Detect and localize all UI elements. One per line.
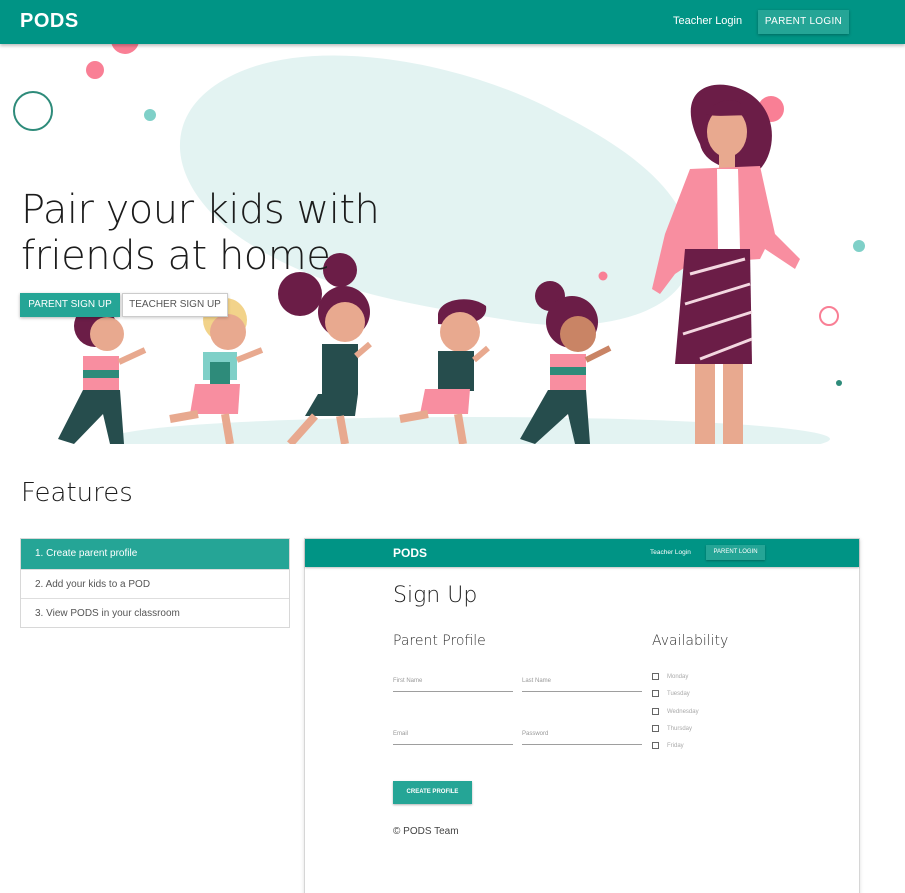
preview-password-field: Password xyxy=(522,731,642,745)
preview-parent-profile-heading: Parent Profile xyxy=(393,633,486,649)
checkbox-icon xyxy=(652,708,659,715)
preview-last-name-field: Last Name xyxy=(522,678,642,692)
preview-first-name-field: First Name xyxy=(393,678,513,692)
feature-item-view-pods[interactable]: 3. View PODS in your classroom xyxy=(21,598,289,627)
feature-item-create-profile[interactable]: 1. Create parent profile xyxy=(21,539,289,569)
teacher-login-link[interactable]: Teacher Login xyxy=(673,15,742,27)
preview-availability-heading: Availability xyxy=(652,633,729,649)
day-label: Wednesday xyxy=(667,709,699,716)
preview-day-checkbox: Thursday xyxy=(652,725,692,735)
preview-signup-title: Sign Up xyxy=(393,583,478,608)
day-label: Thursday xyxy=(667,726,693,733)
parent-login-button[interactable]: PARENT LOGIN xyxy=(758,10,849,34)
preview-day-checkbox: Friday xyxy=(652,742,684,752)
feature-list: 1. Create parent profile 2. Add your kid… xyxy=(20,538,290,628)
teacher-figure xyxy=(652,84,800,444)
headline-line-2: friends at home xyxy=(21,233,331,279)
top-nav-bar: PODS Teacher Login PARENT LOGIN xyxy=(0,0,905,44)
teacher-signup-button[interactable]: TEACHER SIGN UP xyxy=(122,293,228,317)
decor-dot-icon xyxy=(111,44,139,54)
day-label: Monday xyxy=(667,674,689,681)
checkbox-icon xyxy=(652,742,659,749)
preview-teacher-login: Teacher Login xyxy=(650,549,691,556)
preview-create-profile-button: CREATE PROFILE xyxy=(393,781,472,804)
preview-day-checkbox: Tuesday xyxy=(652,690,690,700)
kid-figure-1 xyxy=(58,305,147,444)
preview-day-checkbox: Wednesday xyxy=(652,708,699,718)
hero-headline: Pair your kids with friends at home xyxy=(21,187,380,279)
preview-footer-text: © PODS Team xyxy=(393,826,459,837)
checkbox-icon xyxy=(652,725,659,732)
day-label: Tuesday xyxy=(667,691,690,698)
hero-section: Pair your kids with friends at home PARE… xyxy=(0,44,905,444)
preview-nav-bar: PODS Teacher Login PARENT LOGIN xyxy=(305,539,859,567)
features-heading: Features xyxy=(21,478,133,508)
preview-parent-login: PARENT LOGIN xyxy=(706,545,765,560)
parent-signup-button[interactable]: PARENT SIGN UP xyxy=(20,293,120,317)
day-label: Friday xyxy=(667,743,684,750)
checkbox-icon xyxy=(652,690,659,697)
feature-item-add-kids[interactable]: 2. Add your kids to a POD xyxy=(21,569,289,598)
preview-day-checkbox: Monday xyxy=(652,673,688,683)
preview-brand-logo: PODS xyxy=(393,546,428,560)
feature-preview-panel: PODS Teacher Login PARENT LOGIN Sign Up … xyxy=(304,538,860,893)
preview-email-field: Email xyxy=(393,731,513,745)
checkbox-icon xyxy=(652,673,659,680)
headline-line-1: Pair your kids with xyxy=(21,187,380,233)
brand-logo[interactable]: PODS xyxy=(20,10,79,33)
